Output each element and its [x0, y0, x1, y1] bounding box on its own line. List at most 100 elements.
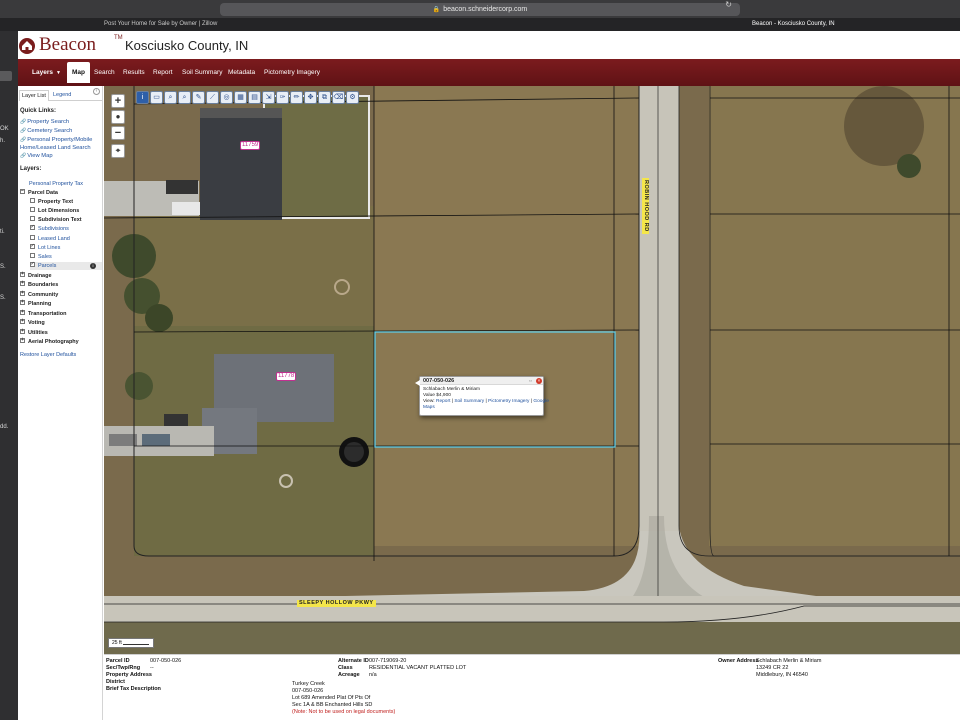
layers-heading: Layers:	[20, 166, 42, 172]
zoom-in-button[interactable]: +	[111, 94, 125, 108]
beacon-logo[interactable]: Beacon	[39, 34, 96, 56]
value-tax-note: (Note: Not to be used on legal documents…	[292, 709, 396, 715]
print-icon[interactable]: ▤	[248, 91, 261, 104]
popup-header: 007-050-026 ⇔ ×	[420, 377, 543, 385]
layer-group-transportation[interactable]: + Transportation	[20, 310, 67, 318]
map-canvas[interactable]: + ● − ⌖ i ▭ ⌕ ⌕ ✎ ⟋ ◎ ▦ ▤ ⇲ ✑ ✏ ✥ ⧉ ⌫ ⚙ …	[104, 86, 960, 654]
label-parcel-id: Parcel ID	[106, 658, 130, 664]
nav-soil-summary[interactable]: Soil Summary	[182, 66, 222, 80]
buffer-icon[interactable]: ◎	[220, 91, 233, 104]
collapse-minus-icon[interactable]: −	[20, 189, 25, 195]
layer-group-community[interactable]: + Community	[20, 291, 58, 299]
expand-plus-icon[interactable]: +	[20, 300, 25, 306]
reload-icon[interactable]: ↻	[725, 0, 732, 9]
locate-icon[interactable]: ⌖	[111, 144, 125, 158]
popup-link-google-maps[interactable]: Google	[533, 399, 548, 404]
checkbox-checked[interactable]	[30, 223, 35, 231]
layer-lot-dimensions[interactable]: Lot Dimensions	[30, 207, 79, 215]
layer-group-aerial-photography[interactable]: + Aerial Photography	[20, 338, 79, 346]
nav-search[interactable]: Search	[94, 66, 115, 80]
popup-link-google-maps-cont[interactable]: Maps	[423, 405, 435, 410]
zoom-box-icon[interactable]: ⌕	[164, 91, 177, 104]
expand-plus-icon[interactable]: +	[20, 310, 25, 316]
popup-link-pictometry[interactable]: Pictometry Imagery	[488, 399, 529, 404]
nav-results[interactable]: Results	[123, 66, 145, 80]
browser-tab-zillow[interactable]: Post Your Home for Sale by Owner | Zillo…	[104, 18, 217, 31]
browser-tab-beacon[interactable]: Beacon - Kosciusko County, IN	[752, 18, 835, 31]
popup-link-soil-summary[interactable]: Soil Summary	[454, 399, 484, 404]
county-title: Kosciusko County, IN	[125, 38, 249, 53]
layer-lot-lines[interactable]: Lot Lines	[30, 242, 60, 252]
clear-icon[interactable]: ⌫	[332, 91, 345, 104]
quick-link-personal-property[interactable]: 🔗Personal Property/Mobile	[20, 137, 92, 143]
popup-link-report[interactable]: Report	[436, 399, 450, 404]
export-icon[interactable]: ⇲	[262, 91, 275, 104]
link-icon: 🔗	[20, 119, 27, 125]
layer-parcels[interactable]: Parcelsi	[30, 260, 102, 270]
quick-link-view-map[interactable]: 🔗View Map	[20, 153, 53, 159]
nav-pictometry[interactable]: Pictometry Imagery	[264, 66, 320, 80]
value-owner-line-2: 13249 CR 22	[756, 665, 789, 671]
checkbox[interactable]	[30, 253, 35, 259]
layer-group-parcel-data[interactable]: − Parcel Data	[20, 189, 58, 197]
layer-group-drainage[interactable]: + Drainage	[20, 272, 52, 280]
markup-icon[interactable]: ✑	[276, 91, 289, 104]
pan-icon[interactable]: ✥	[304, 91, 317, 104]
checkbox-checked[interactable]	[30, 242, 35, 250]
compare-icon[interactable]: ⧉	[318, 91, 331, 104]
zoom-out-button[interactable]: −	[111, 126, 125, 140]
checkbox[interactable]	[30, 207, 35, 213]
parcel-popup: 007-050-026 ⇔ × Schlabach Merlin & Miria…	[415, 376, 549, 416]
layer-property-text[interactable]: Property Text	[30, 198, 73, 206]
expand-plus-icon[interactable]: +	[20, 281, 25, 287]
search-icon[interactable]: ⌕	[178, 91, 191, 104]
expand-plus-icon[interactable]: +	[20, 338, 25, 344]
close-icon[interactable]: ×	[536, 378, 542, 384]
quick-link-cemetery-search[interactable]: 🔗Cemetery Search	[20, 128, 72, 134]
address-bar[interactable]: 🔒 beacon.schneidercorp.com	[220, 3, 740, 16]
layer-group-utilities[interactable]: + Utilities	[20, 329, 48, 337]
layers-icon[interactable]: ▦	[234, 91, 247, 104]
nav-layers[interactable]: Layers ▼	[32, 66, 61, 80]
tab-layer-list[interactable]: Layer List	[19, 90, 49, 101]
pencil-icon[interactable]: ✏	[290, 91, 303, 104]
select-icon[interactable]: ▭	[150, 91, 163, 104]
beacon-logo-icon	[19, 38, 35, 54]
quick-links-heading: Quick Links:	[20, 108, 57, 114]
layer-group-planning[interactable]: + Planning	[20, 300, 51, 308]
draw-icon[interactable]: ✎	[192, 91, 205, 104]
expand-plus-icon[interactable]: +	[20, 319, 25, 325]
value-owner-line-1: Schlabach Merlin & Miriam	[756, 658, 822, 664]
maximize-icon[interactable]: ⇔	[528, 378, 533, 384]
identify-icon[interactable]: i	[136, 91, 149, 104]
checkbox[interactable]	[30, 235, 35, 241]
measure-icon[interactable]: ⟋	[206, 91, 219, 104]
tab-legend[interactable]: Legend	[51, 90, 73, 101]
expand-plus-icon[interactable]: +	[20, 291, 25, 297]
quick-link-personal-property-cont[interactable]: Home/Leased Land Search	[20, 145, 91, 151]
nav-report[interactable]: Report	[153, 66, 173, 80]
expand-plus-icon[interactable]: +	[20, 329, 25, 335]
layer-subdivision-text[interactable]: Subdivision Text	[30, 216, 82, 224]
layer-group-boundaries[interactable]: + Boundaries	[20, 281, 58, 289]
layer-personal-property-tax[interactable]: Personal Property Tax	[29, 180, 83, 188]
checkbox[interactable]	[30, 216, 35, 222]
background-text: S.	[0, 264, 6, 270]
settings-icon[interactable]: ⚙	[346, 91, 359, 104]
layer-leased-land[interactable]: Leased Land	[30, 235, 70, 243]
value-alternate-id: 007-719069-20	[369, 658, 407, 664]
quick-link-property-search[interactable]: 🔗Property Search	[20, 119, 69, 125]
collapse-icon[interactable]: ‹	[93, 88, 100, 95]
nav-map[interactable]: Map	[67, 62, 90, 83]
label-brief-tax-description: Brief Tax Description	[106, 686, 161, 692]
restore-layer-defaults-link[interactable]: Restore Layer Defaults	[20, 352, 76, 358]
layer-group-voting[interactable]: + Voting	[20, 319, 45, 327]
globe-icon[interactable]: ●	[111, 110, 125, 124]
checkbox[interactable]	[30, 198, 35, 204]
nav-metadata[interactable]: Metadata	[228, 66, 255, 80]
browser-toolbar: 🔒 beacon.schneidercorp.com ↻	[0, 0, 960, 18]
checkbox-checked[interactable]	[30, 260, 35, 268]
expand-plus-icon[interactable]: +	[20, 272, 25, 278]
info-icon[interactable]: i	[90, 263, 96, 269]
layer-subdivisions[interactable]: Subdivisions	[30, 223, 69, 233]
